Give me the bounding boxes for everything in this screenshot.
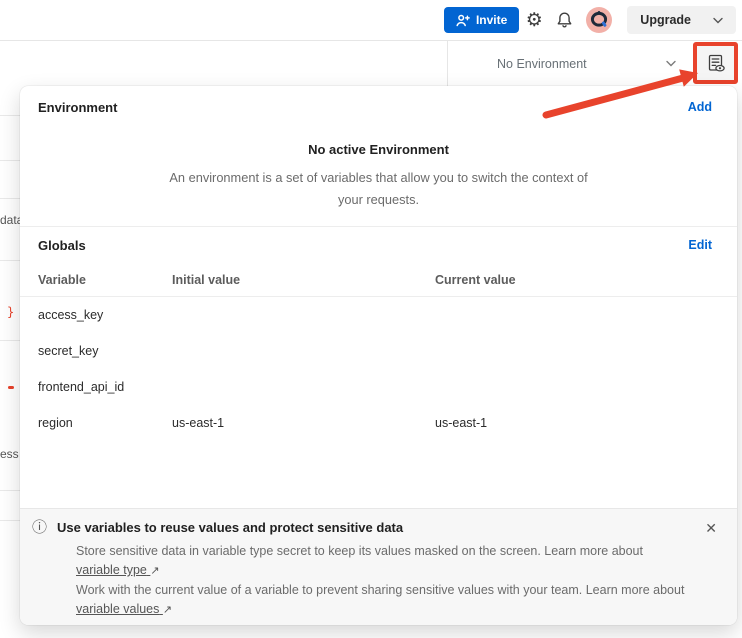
background-text-fragment: data	[0, 213, 20, 227]
column-header-variable: Variable	[38, 273, 172, 287]
background-divider	[0, 520, 20, 521]
banner-text: Store sensitive data in variable type se…	[76, 544, 643, 558]
variable-current-value: us-east-1	[435, 416, 719, 430]
environment-quick-look-icon	[706, 53, 726, 73]
background-brace-fragment: }	[7, 305, 14, 319]
notifications-button[interactable]	[549, 5, 579, 35]
empty-state-description: An environment is a set of variables tha…	[163, 167, 595, 211]
settings-button[interactable]: ⚙	[519, 5, 549, 35]
environment-quick-look-button[interactable]	[697, 46, 734, 80]
edit-globals-button[interactable]: Edit	[688, 238, 712, 252]
environment-selector-value: No Environment	[497, 57, 587, 71]
no-environment-empty-state: No active Environment An environment is …	[20, 128, 737, 227]
table-row[interactable]: secret_key	[20, 333, 737, 369]
invite-button[interactable]: Invite	[444, 7, 519, 33]
variable-values-link[interactable]: variable values ↗	[76, 602, 172, 616]
link-label: variable values	[76, 602, 159, 616]
upgrade-button[interactable]: Upgrade	[627, 6, 736, 34]
banner-header: ⓘ Use variables to reuse values and prot…	[32, 519, 723, 537]
variable-name: region	[38, 416, 172, 430]
banner-paragraph: Work with the current value of a variabl…	[76, 581, 688, 620]
banner-text: Work with the current value of a variabl…	[76, 583, 684, 597]
column-header-current-value: Current value	[435, 273, 719, 287]
environment-selector[interactable]: No Environment	[470, 48, 682, 79]
background-marker	[8, 386, 14, 389]
user-plus-icon	[456, 14, 470, 27]
background-divider	[0, 115, 20, 116]
variables-info-banner: ⓘ Use variables to reuse values and prot…	[20, 508, 737, 625]
table-row[interactable]: region us-east-1 us-east-1	[20, 405, 737, 441]
gear-icon: ⚙	[526, 11, 543, 30]
background-divider	[0, 340, 20, 341]
variable-initial-value: us-east-1	[172, 416, 435, 430]
upgrade-button-label: Upgrade	[640, 13, 691, 27]
background-divider	[0, 490, 20, 491]
link-label: variable type	[76, 563, 147, 577]
info-icon: ⓘ	[32, 519, 47, 537]
invite-button-label: Invite	[476, 13, 507, 27]
add-environment-button[interactable]: Add	[688, 100, 712, 114]
avatar[interactable]	[586, 7, 612, 33]
environment-section-title: Environment	[38, 100, 117, 115]
variable-name: frontend_api_id	[38, 380, 172, 394]
bell-icon	[556, 11, 573, 29]
banner-paragraph: Store sensitive data in variable type se…	[76, 542, 688, 581]
close-banner-button[interactable]: ✕	[699, 519, 723, 537]
chevron-down-icon	[666, 60, 676, 67]
top-bar: Invite ⚙ Upgrade	[0, 0, 742, 41]
background-text-fragment: ess	[0, 447, 19, 461]
globals-section-header: Globals Edit	[20, 227, 737, 263]
background-app-strip: data } ess	[0, 41, 20, 638]
background-divider	[0, 198, 20, 199]
toolbar-divider	[447, 41, 448, 86]
chevron-down-icon	[713, 17, 723, 24]
external-link-icon: ↗	[150, 562, 159, 581]
external-link-icon: ↗	[163, 601, 172, 620]
empty-state-title: No active Environment	[20, 140, 737, 160]
globals-section-title: Globals	[38, 238, 86, 253]
globals-table-header: Variable Initial value Current value	[20, 263, 737, 297]
environment-section-header: Environment Add	[20, 86, 737, 128]
environment-toolbar: No Environment	[0, 41, 742, 86]
background-divider	[0, 160, 20, 161]
close-icon: ✕	[705, 520, 717, 536]
environment-quick-look-panel: Environment Add No active Environment An…	[20, 86, 737, 625]
variable-name: access_key	[38, 308, 172, 322]
banner-body: Store sensitive data in variable type se…	[76, 542, 688, 620]
variable-name: secret_key	[38, 344, 172, 358]
table-row[interactable]: access_key	[20, 297, 737, 333]
annotation-highlight-box	[693, 42, 738, 84]
background-divider	[0, 260, 20, 261]
column-header-initial-value: Initial value	[172, 273, 435, 287]
variable-type-link[interactable]: variable type ↗	[76, 563, 160, 577]
table-row[interactable]: frontend_api_id	[20, 369, 737, 405]
banner-title: Use variables to reuse values and protec…	[57, 519, 403, 537]
